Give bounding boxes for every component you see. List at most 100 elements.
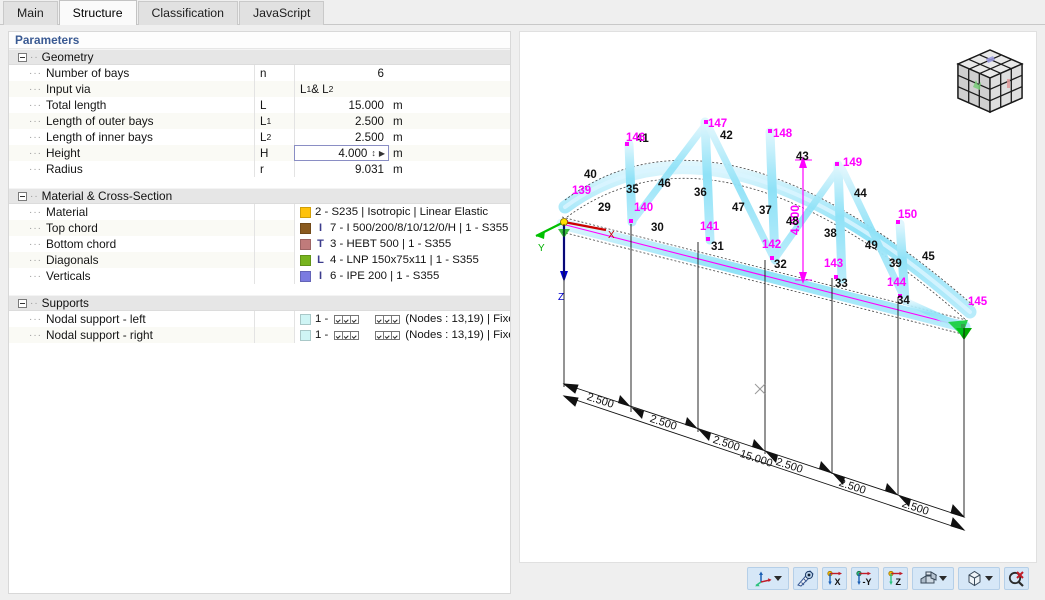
row-label-cell: ··· Height xyxy=(9,145,254,161)
panel-title: Parameters xyxy=(9,32,510,49)
row-value[interactable]: L1 & L2 xyxy=(294,81,389,97)
row-value[interactable]: 15.000 xyxy=(294,97,389,113)
table-row[interactable]: ··· Radius r 9.031 m xyxy=(9,161,510,177)
tree-dots: ··· xyxy=(29,83,42,95)
row-label: Top chord xyxy=(46,221,98,235)
table-row[interactable]: ··· Total length L 15.000 m xyxy=(9,97,510,113)
row-value-text: (Nodes : 13,19) | Fixed xyxy=(405,329,511,341)
tab-classification[interactable]: Classification xyxy=(137,1,238,25)
color-swatch xyxy=(300,329,311,341)
table-row[interactable]: ··· Nodal support - right 1 - (Nodes : 13,… xyxy=(9,327,510,343)
row-value[interactable]: T 3 - HEBT 500 | 1 - S355 xyxy=(294,236,510,252)
row-label: Material xyxy=(46,205,88,219)
support-checkbox[interactable] xyxy=(391,314,401,324)
table-row[interactable]: ··· Length of inner bays L 2 2.500 m xyxy=(9,129,510,145)
row-label: Length of outer bays xyxy=(46,114,154,128)
tree-dots: ··· xyxy=(29,254,42,266)
coordinate-system-button[interactable] xyxy=(747,567,789,590)
table-row[interactable]: ··· Height H 4.000 ↕ ▶ m xyxy=(9,145,510,161)
tree-dots: ··· xyxy=(29,270,42,282)
row-label: Length of inner bays xyxy=(46,130,153,144)
tab-javascript[interactable]: JavaScript xyxy=(239,1,325,25)
group-spacer xyxy=(9,284,510,295)
row-symbol: L xyxy=(254,97,294,113)
collapse-icon[interactable] xyxy=(18,298,27,308)
row-value[interactable]: I 7 - I 500/200/8/10/12/0/H | 1 - S355 xyxy=(294,220,510,236)
view-z-button[interactable]: Z xyxy=(883,567,908,590)
row-label: Verticals xyxy=(46,269,91,283)
row-filler xyxy=(411,81,510,97)
model-viewport-3d[interactable]: Y Z X 4.000 29 30 31 32 33 34 35 36 37 3… xyxy=(519,31,1037,563)
group-label: Geometry xyxy=(41,50,94,64)
wireframe-mode-button[interactable] xyxy=(958,567,1000,590)
table-row[interactable]: ··· Input via L 1 & L2 xyxy=(9,81,510,97)
row-label: Nodal support - right xyxy=(46,328,153,342)
height-input[interactable]: 4.000 ↕ ▶ xyxy=(294,145,389,161)
color-swatch xyxy=(300,313,311,325)
view-minus-y-button[interactable]: -Y xyxy=(851,567,879,590)
row-value[interactable]: 2 - S235 | Isotropic | Linear Elastic xyxy=(294,204,510,220)
row-label-cell: ··· Top chord xyxy=(9,220,254,236)
collapse-icon[interactable] xyxy=(18,52,27,62)
group-header-material-cross-section[interactable]: ·· Material & Cross-Section xyxy=(9,188,510,204)
row-symbol xyxy=(254,204,294,220)
view-toolbar: X -Y Z xyxy=(519,563,1037,594)
support-checkbox[interactable] xyxy=(350,330,360,340)
table-row[interactable]: ··· Length of outer bays L 1 2.500 m xyxy=(9,113,510,129)
view-x-button[interactable]: X xyxy=(822,567,847,590)
display-mode-button[interactable] xyxy=(912,567,954,590)
table-row[interactable]: ··· Diagonals L 4 - LNP 150x75x11 | 1 - S35… xyxy=(9,252,510,268)
row-symbol: L2 xyxy=(254,129,294,145)
tree-dots: ··· xyxy=(29,222,42,234)
table-row[interactable]: ··· Verticals I 6 - IPE 200 | 1 - S355 xyxy=(9,268,510,284)
table-row[interactable]: ··· Number of bays n 6 xyxy=(9,65,510,81)
tab-structure[interactable]: Structure xyxy=(58,0,137,25)
row-label-cell: ··· Number of bays xyxy=(9,65,254,81)
tree-dots: ··· xyxy=(29,329,42,341)
application-window: Main Structure Classification JavaScript Pa… xyxy=(0,0,1045,600)
bay-dimension-chain xyxy=(562,383,966,531)
row-value[interactable]: 2.500 xyxy=(294,129,389,145)
support-checkbox[interactable] xyxy=(391,330,401,340)
table-row[interactable]: ··· Nodal support - left 1 - (Nodes : 13,1… xyxy=(9,311,510,327)
row-value[interactable]: 1 - (Nodes : 13,19) | Fixed xyxy=(294,327,511,343)
color-swatch xyxy=(300,254,311,266)
row-filler xyxy=(411,97,510,113)
cross-section-glyph-icon: I xyxy=(318,269,323,282)
spinner-icon[interactable]: ↕ xyxy=(371,148,376,158)
cube-wire-icon xyxy=(968,570,980,587)
tree-dots: ··· xyxy=(29,131,42,143)
row-value[interactable]: 2.500 xyxy=(294,113,389,129)
table-row[interactable]: ··· Bottom chord T 3 - HEBT 500 | 1 - S355 xyxy=(9,236,510,252)
expand-arrow-icon[interactable]: ▶ xyxy=(379,149,385,158)
row-value[interactable]: 9.031 xyxy=(294,161,389,177)
group-label: Supports xyxy=(41,296,89,310)
row-filler xyxy=(411,161,510,177)
row-label: Input via xyxy=(46,82,91,96)
row-symbol xyxy=(254,268,294,284)
group-spacer xyxy=(9,177,510,188)
collapse-icon[interactable] xyxy=(18,191,27,201)
row-value[interactable]: I 6 - IPE 200 | 1 - S355 xyxy=(294,268,510,284)
navigation-cube[interactable] xyxy=(956,49,1024,114)
tab-main[interactable]: Main xyxy=(3,1,58,25)
table-row[interactable]: ··· Material 2 - S235 | Isotropic | Linear… xyxy=(9,204,510,220)
row-value[interactable]: 6 xyxy=(294,65,389,81)
group-header-geometry[interactable]: ·· Geometry xyxy=(9,49,510,65)
row-value[interactable]: L 4 - LNP 150x75x11 | 1 - S355 xyxy=(294,252,510,268)
table-row[interactable]: ··· Top chord I 7 - I 500/200/8/10/12/0/H |… xyxy=(9,220,510,236)
group-header-supports[interactable]: ·· Supports xyxy=(9,295,510,311)
row-label: Radius xyxy=(46,162,83,176)
support-checkbox[interactable] xyxy=(350,314,360,324)
row-filler xyxy=(411,129,510,145)
render-view-button[interactable] xyxy=(793,567,818,590)
parameters-grid: ·· Geometry ··· Number of bays n 6 ··· Input vi… xyxy=(9,49,510,354)
tree-dots: ··· xyxy=(29,163,42,175)
axis-z-icon: Z xyxy=(888,570,903,587)
row-label: Bottom chord xyxy=(46,237,117,251)
svg-text:X: X xyxy=(608,230,615,241)
reset-zoom-button[interactable] xyxy=(1004,567,1029,590)
support-restraint-group-translation xyxy=(334,330,360,340)
row-value[interactable]: 1 - (Nodes : 13,19) | Fixed xyxy=(294,311,510,327)
row-symbol: n xyxy=(254,65,294,81)
